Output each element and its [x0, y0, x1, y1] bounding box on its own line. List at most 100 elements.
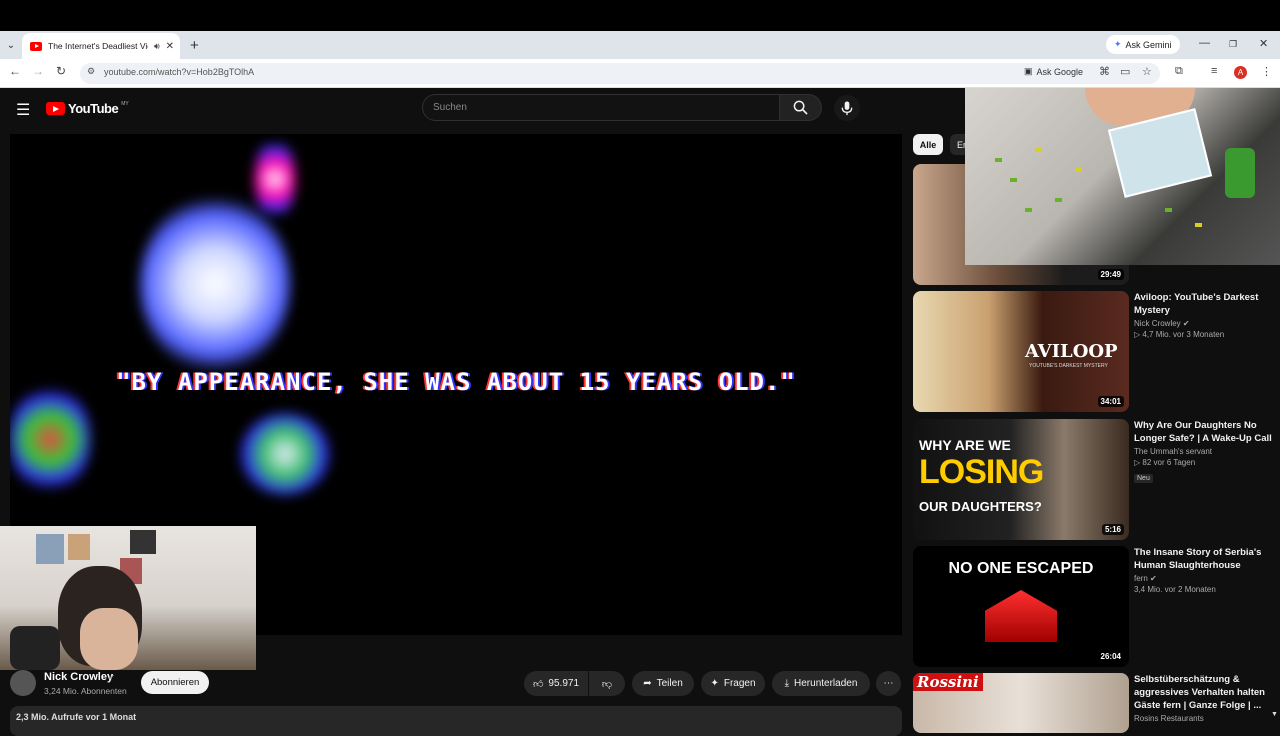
thumbnail-line-1: WHY ARE WE [919, 437, 1011, 453]
video-stats: ▷ 82 vor 6 Tagen [1134, 458, 1196, 467]
dislike-button[interactable]: 👎︎ [589, 671, 625, 696]
browser-tab-active[interactable]: The Internet's Deadliest Vid 🔊︎ ✕ [22, 33, 180, 59]
browser-menu-icon[interactable]: ⋮ [1261, 65, 1272, 78]
screen-top-strip [0, 0, 1280, 31]
video-stats: 2,3 Mio. Aufrufe vor 1 Monat [16, 712, 137, 722]
thumbs-up-icon: 👍︎ [532, 678, 544, 690]
video-thumbnail[interactable]: WHY ARE WE LOSING OUR DAUGHTERS? 5:16 [913, 419, 1129, 540]
glitch-edge [10, 384, 90, 494]
like-count: 95.971 [548, 678, 580, 689]
ask-google-button[interactable]: ▣ Ask Google [1024, 66, 1083, 77]
extensions-icon[interactable]: ⧉ [1175, 65, 1183, 78]
ask-gemini-label: Ask Gemini [1125, 39, 1172, 50]
cast-icon[interactable]: ▭ [1120, 65, 1130, 78]
red-house-graphic [985, 590, 1057, 642]
video-title[interactable]: Aviloop: YouTube's Darkest Mystery [1134, 291, 1274, 317]
search-icon [793, 100, 808, 115]
gemini-sparkle-icon: ✦ [1114, 39, 1122, 49]
ask-button[interactable]: ✦ Fragen [701, 671, 765, 696]
thumbnail-title: AVILOOP [1025, 341, 1118, 362]
youtube-wordmark: YouTube [68, 101, 119, 116]
thumbnail-subtitle: YOUTUBE'S DARKEST MYSTERY [1029, 363, 1108, 369]
duration-badge: 26:04 [1097, 651, 1124, 662]
minimize-icon[interactable]: — [1199, 37, 1210, 49]
channel-name[interactable]: Nick Crowley [44, 671, 113, 683]
back-arrow-icon[interactable]: ← [9, 64, 21, 78]
forward-arrow-icon[interactable]: → [32, 64, 44, 78]
subscriber-count: 3,24 Mio. Abonnenten [44, 686, 127, 696]
translate-icon[interactable]: ⌘︎ [1099, 65, 1110, 78]
thumbnail-title: NO ONE ESCAPED [948, 560, 1094, 577]
video-channel[interactable]: Rosins Restaurants [1134, 714, 1274, 723]
voice-search-button[interactable] [834, 95, 860, 121]
wall-poster [36, 534, 64, 564]
glitch-figure [140, 194, 290, 374]
video-title[interactable]: Selbstüberschätzung & aggressives Verhal… [1134, 673, 1274, 712]
video-title[interactable]: The Insane Story of Serbia's Human Slaug… [1134, 546, 1274, 572]
lens-icon: ▣ [1024, 66, 1033, 76]
thumbnail-line-3: OUR DAUGHTERS? [919, 499, 1042, 514]
chip-all[interactable]: Alle [913, 134, 943, 155]
video-thumbnail[interactable]: Rossini [913, 673, 1129, 733]
reload-icon[interactable]: ↻ [56, 64, 66, 78]
new-badge: Neu [1134, 474, 1153, 483]
search-input[interactable] [422, 94, 780, 121]
hamburger-menu-icon[interactable]: ☰ [16, 100, 30, 120]
wall-poster [68, 534, 90, 560]
profile-avatar[interactable]: A [1234, 66, 1247, 79]
subscribe-button[interactable]: Abonnieren [141, 671, 209, 694]
video-thumbnail[interactable]: AVILOOP YOUTUBE'S DARKEST MYSTERY 34:01 [913, 291, 1129, 412]
glitch-figure-lower [240, 414, 330, 494]
verified-check-icon: ✔︎ [1182, 319, 1190, 328]
tab-close-icon[interactable]: ✕ [166, 41, 174, 52]
share-button[interactable]: ➦ Teilen [632, 671, 694, 696]
video-channel[interactable]: fern ✔︎ [1134, 574, 1274, 583]
glitch-figure-head [255, 139, 295, 219]
webcam-overlay [0, 526, 256, 670]
search-button[interactable] [780, 94, 822, 121]
like-button[interactable]: 👍︎ 95.971 [524, 671, 588, 696]
video-channel[interactable]: Nick Crowley ✔︎ [1134, 319, 1274, 328]
video-meta: Selbstüberschätzung & aggressives Verhal… [1134, 673, 1274, 723]
speaker-icon[interactable]: 🔊︎ [154, 41, 160, 52]
video-meta: Why Are Our Daughters No Longer Safe? | … [1134, 419, 1274, 485]
picture-in-picture-video[interactable] [965, 88, 1280, 265]
thumbs-down-icon: 👎︎ [601, 678, 613, 690]
youtube-favicon-icon [30, 41, 42, 51]
bookmark-star-icon[interactable]: ☆ [1142, 65, 1152, 78]
restore-icon[interactable]: ❐ [1229, 39, 1237, 50]
video-thumbnail[interactable]: NO ONE ESCAPED 26:04 [913, 546, 1129, 667]
video-stats: ▷ 4,7 Mio. vor 3 Monaten [1134, 330, 1225, 339]
site-info-icon[interactable]: ⚙︎ [87, 66, 95, 77]
lego-dragon-model [1225, 148, 1255, 198]
gaming-chair [10, 626, 60, 670]
channel-avatar[interactable] [10, 670, 36, 696]
url-text[interactable]: youtube.com/watch?v=Hob2BgTOlhA [104, 67, 254, 77]
tab-search-chevron-icon[interactable]: ⌄ [0, 31, 22, 59]
download-button[interactable]: ⤓ Herunterladen [772, 671, 870, 696]
thumbnail-title: Rossini [913, 673, 983, 691]
video-meta: Aviloop: YouTube's Darkest Mystery Nick … [1134, 291, 1274, 339]
youtube-logo[interactable]: YouTube MY [46, 101, 129, 116]
scroll-down-arrow-icon[interactable]: ▼ [1271, 711, 1278, 718]
video-channel-name: Nick Crowley [1134, 319, 1181, 328]
microphone-icon [841, 100, 853, 115]
video-channel[interactable]: The Ummah's servant [1134, 447, 1274, 456]
more-actions-button[interactable]: ⋯ [876, 671, 901, 696]
share-label: Teilen [656, 678, 683, 689]
video-channel-name: fern [1134, 574, 1148, 583]
sparkle-icon: ✦ [710, 678, 719, 689]
description-box[interactable] [10, 706, 902, 736]
new-tab-button[interactable]: + [190, 37, 199, 54]
ask-gemini-button[interactable]: ✦ Ask Gemini [1106, 35, 1180, 54]
verified-check-icon: ✔︎ [1150, 574, 1157, 583]
video-title[interactable]: Why Are Our Daughters No Longer Safe? | … [1134, 419, 1274, 445]
more-horizontal-icon: ⋯ [883, 678, 894, 689]
lego-brick [1055, 198, 1062, 202]
reading-list-icon[interactable]: ≡ [1211, 65, 1217, 77]
lego-brick [1165, 208, 1172, 212]
wall-poster [130, 530, 156, 554]
duration-badge: 29:49 [1097, 269, 1124, 280]
lego-brick [1195, 223, 1202, 227]
window-close-icon[interactable]: ✕ [1259, 37, 1268, 50]
